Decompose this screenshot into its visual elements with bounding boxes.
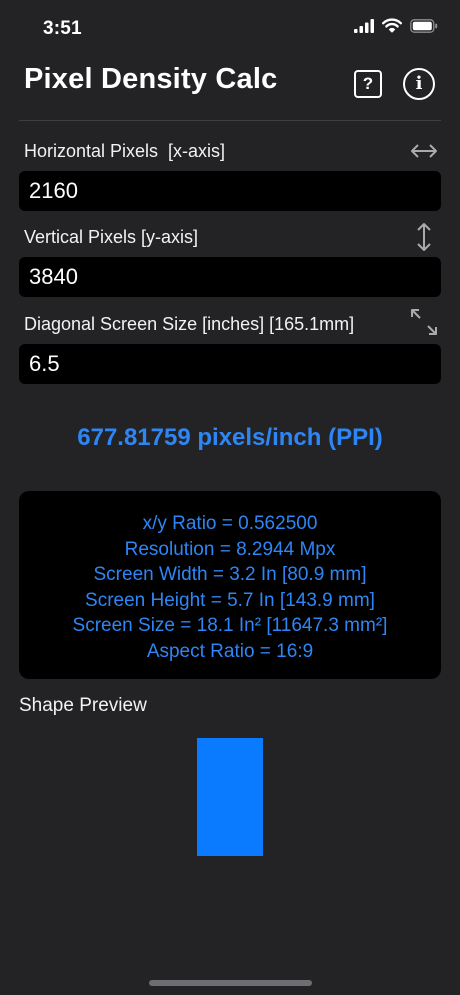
shape-preview-title: Shape Preview: [19, 695, 147, 716]
ppi-result: 677.81759 pixels/inch (PPI): [77, 424, 383, 451]
stat-screen-size: Screen Size = 18.1 In² [11647.3 mm²]: [72, 615, 388, 637]
info-icon: i: [415, 73, 423, 94]
wifi-icon: [382, 18, 402, 33]
info-button[interactable]: i: [403, 68, 435, 100]
question-icon: ?: [362, 74, 374, 93]
stat-resolution: Resolution = 8.2944 Mpx: [124, 538, 336, 560]
vertical-pixels-label: Vertical Pixels [y-axis]: [24, 227, 199, 247]
stat-aspect-ratio: Aspect Ratio = 16:9: [146, 640, 314, 662]
horizontal-pixels-input[interactable]: [19, 171, 441, 211]
stat-screen-height: Screen Height = 5.7 In [143.9 mm]: [85, 589, 375, 611]
app-screen: 3:51 Pixel Density Calc ? i Horizontal P…: [0, 0, 460, 995]
status-icons: [354, 18, 438, 33]
status-time: 3:51: [43, 18, 82, 39]
signal-icon: [354, 18, 374, 33]
diagonal-size-label: Diagonal Screen Size [inches] [165.1mm]: [24, 314, 355, 334]
header-divider: [19, 120, 441, 121]
shape-preview-rect: [197, 738, 263, 856]
horizontal-arrow-icon: [411, 144, 437, 158]
stat-ratio: x/y Ratio = 0.562500: [142, 513, 318, 534]
horizontal-pixels-label: Horizontal Pixels [x-axis]: [24, 141, 226, 161]
app-title: Pixel Density Calc: [24, 63, 278, 95]
home-indicator[interactable]: [149, 980, 312, 986]
vertical-pixels-input[interactable]: [19, 257, 441, 297]
vertical-arrow-icon: [417, 223, 431, 251]
help-button[interactable]: ?: [354, 70, 382, 98]
stats-panel: x/y Ratio = 0.562500 Resolution = 8.2944…: [19, 491, 441, 679]
stat-screen-width: Screen Width = 3.2 In [80.9 mm]: [93, 564, 367, 586]
diagonal-size-input[interactable]: [19, 344, 441, 384]
battery-icon: [410, 18, 438, 33]
status-bar: 3:51: [0, 0, 460, 56]
diagonal-arrows-icon: [411, 309, 437, 335]
